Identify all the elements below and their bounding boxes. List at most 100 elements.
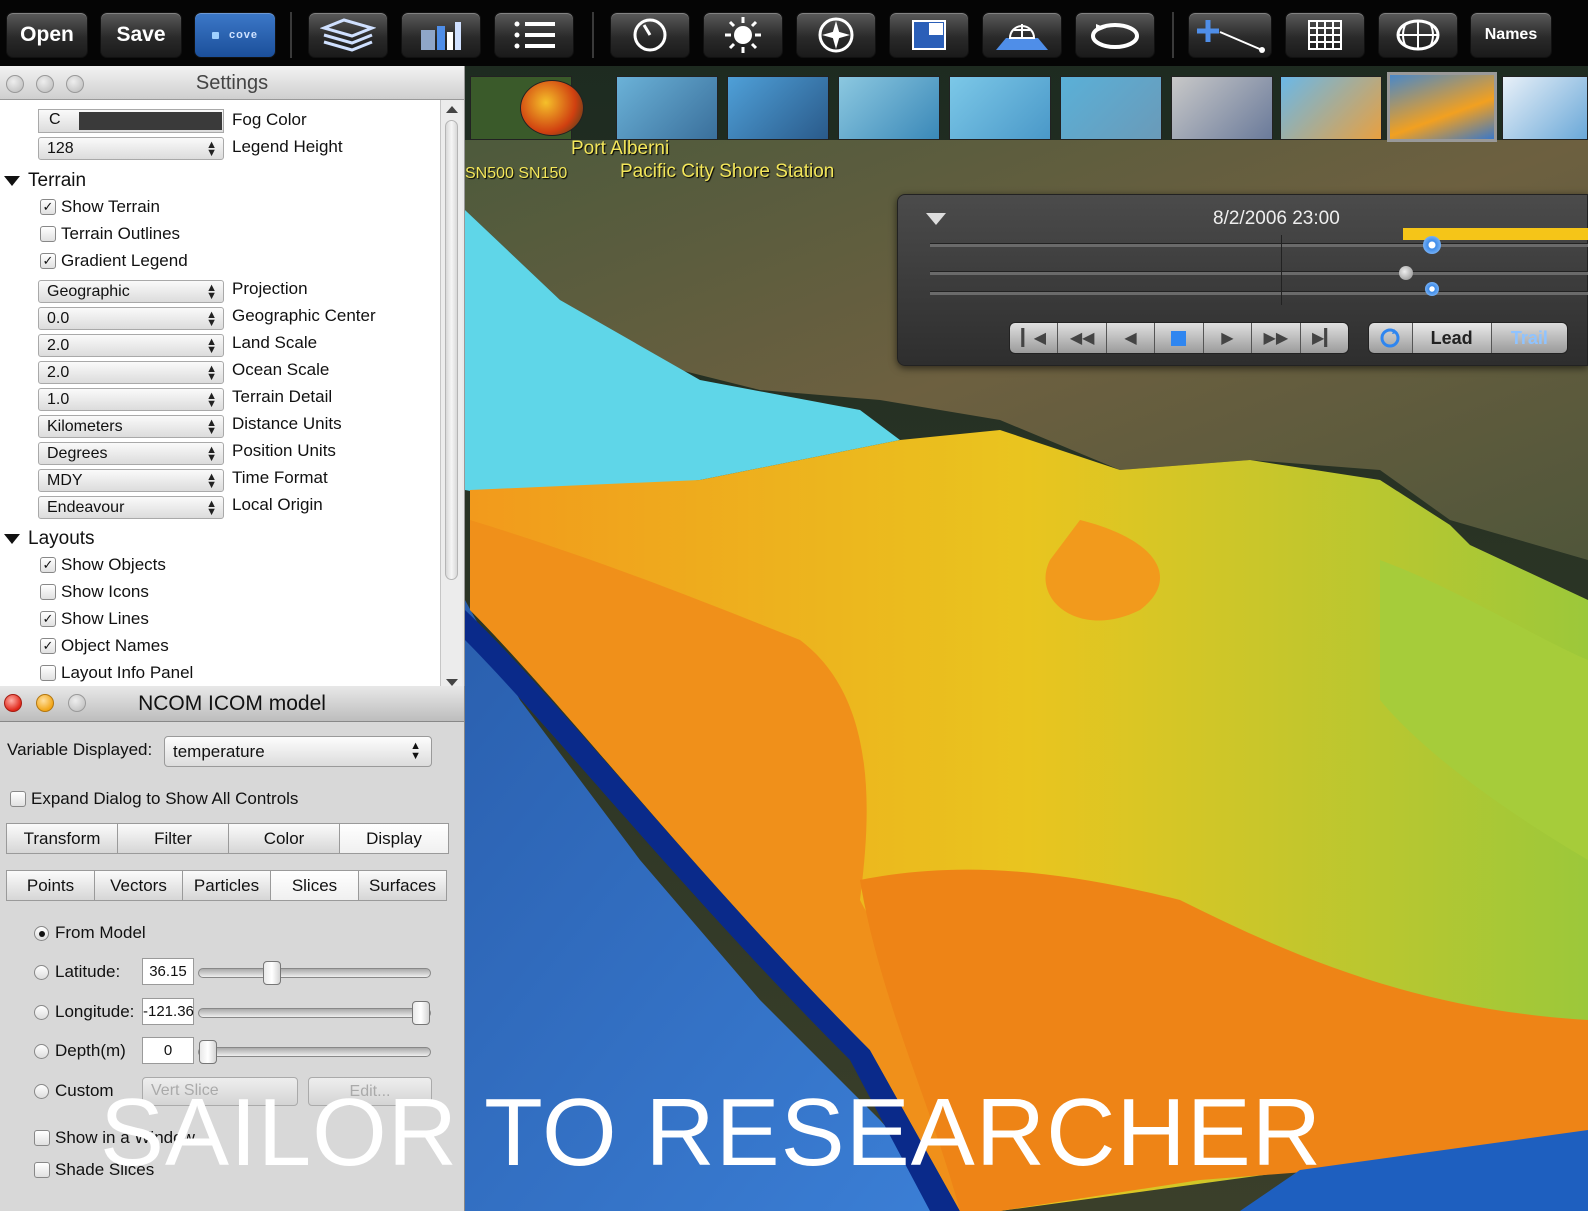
depth-input[interactable]: 0 xyxy=(142,1037,194,1064)
scroll-up-icon[interactable] xyxy=(446,106,458,113)
tab-points[interactable]: Points xyxy=(6,870,94,901)
tab-particles[interactable]: Particles xyxy=(182,870,270,901)
lighting-button[interactable] xyxy=(703,12,783,58)
trail-button[interactable]: Trail xyxy=(1491,323,1567,353)
latitude-input[interactable]: 36.15 xyxy=(142,958,194,985)
collapse-triangle-icon[interactable] xyxy=(926,213,946,225)
skip-end-button[interactable]: ▶▎ xyxy=(1300,323,1348,353)
thumbnail[interactable] xyxy=(1060,76,1162,140)
compass-button[interactable] xyxy=(796,12,876,58)
tab-display[interactable]: Display xyxy=(339,823,449,854)
data-view-button[interactable] xyxy=(401,12,481,58)
terrain-outlines-checkbox[interactable]: Terrain Outlines xyxy=(40,224,180,244)
time-track[interactable] xyxy=(930,243,1588,247)
thumbnail[interactable] xyxy=(1502,76,1588,140)
ocean-scale-select[interactable]: 2.0 ▲ ▼ xyxy=(38,361,224,384)
slider-knob[interactable] xyxy=(412,1001,430,1025)
terrain-detail-select[interactable]: 1.0 ▲ ▼ xyxy=(38,388,224,411)
table-button[interactable] xyxy=(1285,12,1365,58)
rotate-button[interactable] xyxy=(1075,12,1155,58)
close-window-icon[interactable] xyxy=(4,694,22,712)
tab-vectors[interactable]: Vectors xyxy=(94,870,182,901)
stop-button[interactable] xyxy=(1155,323,1204,353)
position-units-select[interactable]: Degrees ▲ ▼ xyxy=(38,442,224,465)
names-button[interactable]: Names xyxy=(1470,12,1552,58)
list-button[interactable] xyxy=(494,12,574,58)
thumbnail[interactable] xyxy=(520,80,584,136)
add-line-button[interactable] xyxy=(1188,12,1272,58)
map-label-port-alberni[interactable]: Port Alberni xyxy=(571,138,669,160)
longitude-slider[interactable] xyxy=(198,1001,431,1025)
slider-knob[interactable] xyxy=(199,1040,217,1064)
expand-dialog-checkbox[interactable]: Expand Dialog to Show All Controls xyxy=(10,789,298,809)
save-button[interactable]: Save xyxy=(100,12,182,58)
terrain-section-header[interactable]: Terrain xyxy=(4,170,86,192)
tab-color[interactable]: Color xyxy=(228,823,339,854)
thumbnail[interactable] xyxy=(1280,76,1382,140)
lead-button[interactable]: Lead xyxy=(1412,323,1492,353)
zoom-window-icon[interactable] xyxy=(66,75,84,93)
time-track[interactable] xyxy=(930,291,1588,295)
cove-toggle-button[interactable]: cove xyxy=(194,12,276,58)
open-button[interactable]: Open xyxy=(6,12,88,58)
local-origin-select[interactable]: Endeavour ▲ ▼ xyxy=(38,496,224,519)
map-label-pacific-city[interactable]: Pacific City Shore Station xyxy=(620,161,834,183)
grid-plane-button[interactable] xyxy=(982,12,1062,58)
minimize-window-icon[interactable] xyxy=(36,75,54,93)
skip-start-button[interactable]: ▎◀ xyxy=(1010,323,1059,353)
scroll-thumb[interactable] xyxy=(445,120,458,580)
geographic-center-select[interactable]: 0.0 ▲ ▼ xyxy=(38,307,224,330)
object-names-checkbox[interactable]: ✓ Object Names xyxy=(40,636,169,656)
loop-button[interactable] xyxy=(1369,323,1413,353)
globe-button[interactable] xyxy=(1378,12,1458,58)
slider-knob[interactable] xyxy=(263,961,281,985)
thumbnail-selected[interactable] xyxy=(1387,72,1497,142)
step-back-button[interactable]: ◀ xyxy=(1106,323,1156,353)
longitude-radio[interactable]: Longitude: xyxy=(34,1002,134,1022)
layouts-section-header[interactable]: Layouts xyxy=(4,528,95,550)
thumbnail[interactable] xyxy=(727,76,829,140)
tab-slices[interactable]: Slices xyxy=(270,870,358,901)
current-time-handle[interactable] xyxy=(1423,236,1441,254)
land-scale-select[interactable]: 2.0 ▲ ▼ xyxy=(38,334,224,357)
legend-height-select[interactable]: 128 ▲ ▼ xyxy=(38,137,224,160)
ncom-titlebar[interactable]: NCOM ICOM model xyxy=(0,686,464,722)
time-handle[interactable] xyxy=(1399,266,1413,280)
scroll-down-icon[interactable] xyxy=(446,679,458,686)
depth-radio[interactable]: Depth(m) xyxy=(34,1041,126,1061)
rewind-button[interactable]: ◀◀ xyxy=(1058,323,1107,353)
thumbnail[interactable] xyxy=(1171,76,1273,140)
settings-scrollbar[interactable] xyxy=(440,100,462,692)
show-lines-checkbox[interactable]: ✓ Show Lines xyxy=(40,609,149,629)
play-button[interactable]: ▶ xyxy=(1203,323,1253,353)
gradient-legend-checkbox[interactable]: ✓ Gradient Legend xyxy=(40,251,188,271)
layers-button[interactable] xyxy=(308,12,388,58)
window-button[interactable] xyxy=(889,12,969,58)
show-objects-checkbox[interactable]: ✓ Show Objects xyxy=(40,555,166,575)
time-format-select[interactable]: MDY ▲ ▼ xyxy=(38,469,224,492)
distance-units-select[interactable]: Kilometers ▲ ▼ xyxy=(38,415,224,438)
from-model-radio[interactable]: From Model xyxy=(34,923,146,943)
tab-transform[interactable]: Transform xyxy=(6,823,117,854)
show-terrain-checkbox[interactable]: ✓ Show Terrain xyxy=(40,197,160,217)
zoom-window-icon[interactable] xyxy=(68,694,86,712)
thumbnail[interactable] xyxy=(949,76,1051,140)
tab-filter[interactable]: Filter xyxy=(117,823,228,854)
tab-surfaces[interactable]: Surfaces xyxy=(358,870,447,901)
time-handle[interactable] xyxy=(1425,282,1439,296)
longitude-input[interactable]: -121.36 xyxy=(142,998,194,1025)
show-icons-checkbox[interactable]: Show Icons xyxy=(40,582,149,602)
minimize-window-icon[interactable] xyxy=(36,694,54,712)
projection-select[interactable]: Geographic ▲ ▼ xyxy=(38,280,224,303)
depth-slider[interactable] xyxy=(198,1040,431,1064)
thumbnail[interactable] xyxy=(616,76,718,140)
latitude-radio[interactable]: Latitude: xyxy=(34,962,120,982)
variable-select[interactable]: temperature ▲ ▼ xyxy=(164,736,432,767)
thumbnail[interactable] xyxy=(838,76,940,140)
settings-titlebar[interactable]: Settings xyxy=(0,66,464,100)
latitude-slider[interactable] xyxy=(198,961,431,985)
time-button[interactable] xyxy=(610,12,690,58)
map-label-sn[interactable]: SN500 SN150 xyxy=(465,165,567,183)
fog-color-swatch-button[interactable]: C xyxy=(38,109,224,133)
close-window-icon[interactable] xyxy=(6,75,24,93)
